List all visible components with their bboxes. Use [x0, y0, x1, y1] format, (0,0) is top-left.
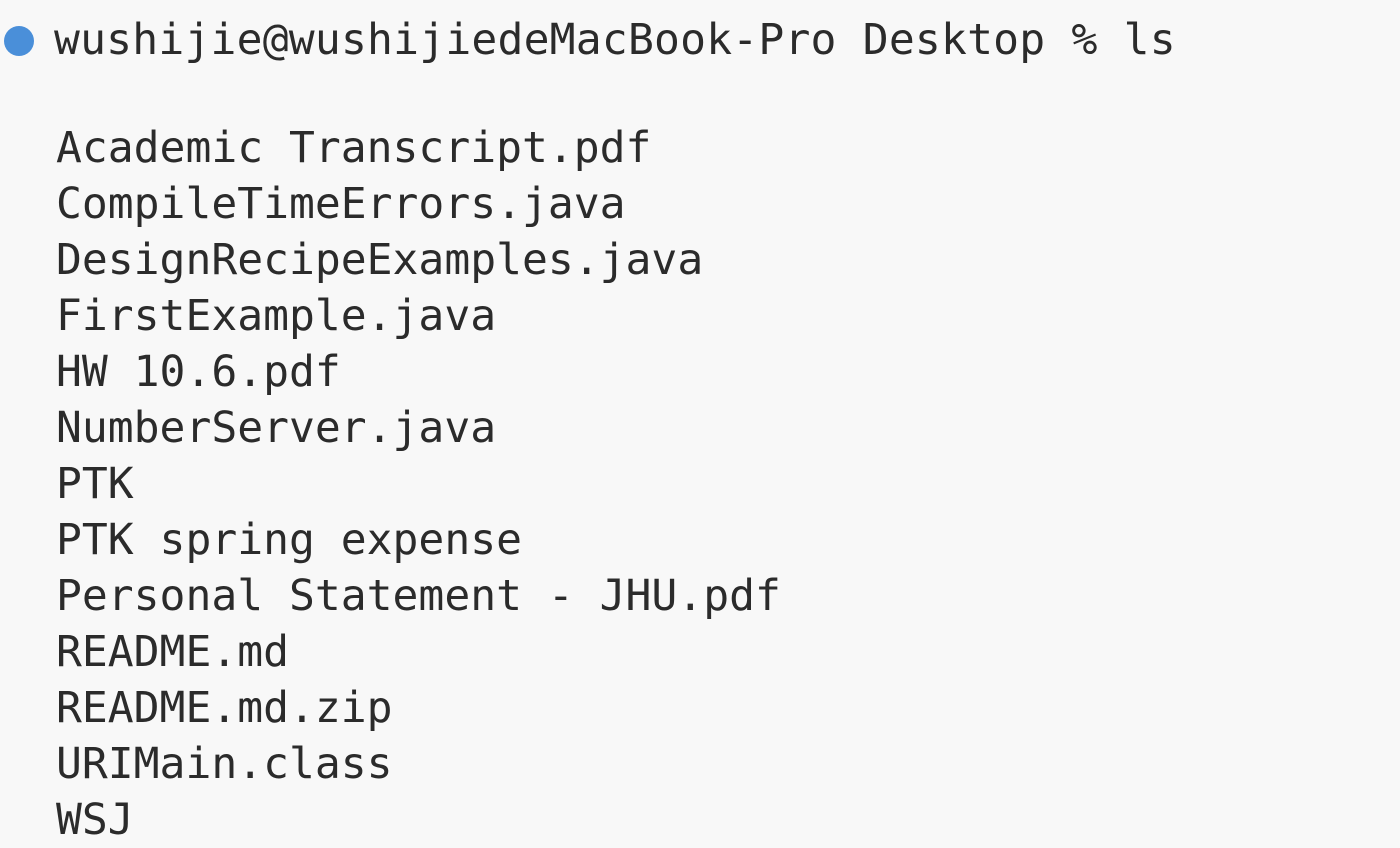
file-entry: Personal Statement - JHU.pdf: [56, 571, 781, 621]
terminal-window[interactable]: wushijie@wushijiedeMacBook-Pro Desktop %…: [0, 0, 1400, 848]
command-output: Academic Transcript.pdf CompileTimeError…: [0, 120, 1400, 848]
file-entry: NumberServer.java: [56, 403, 497, 453]
file-entry: DesignRecipeExamples.java: [56, 235, 704, 285]
file-entry: README.md.zip: [56, 683, 393, 733]
file-entry: HW 10.6.pdf: [56, 347, 341, 397]
file-entry: CompileTimeErrors.java: [56, 179, 626, 229]
file-entry: URIMain.class: [56, 739, 393, 789]
file-entry: FirstExample.java: [56, 291, 497, 341]
file-entry: Academic Transcript.pdf: [56, 123, 652, 173]
file-entry: README.md: [56, 627, 289, 677]
file-entry: WSJ: [56, 795, 134, 845]
command-status-icon: [4, 26, 34, 56]
command-prompt: wushijie@wushijiedeMacBook-Pro Desktop %…: [54, 15, 1176, 65]
file-entry: PTK spring expense: [56, 515, 522, 565]
command-line: wushijie@wushijiedeMacBook-Pro Desktop %…: [0, 10, 1400, 70]
file-entry: PTK: [56, 459, 134, 509]
